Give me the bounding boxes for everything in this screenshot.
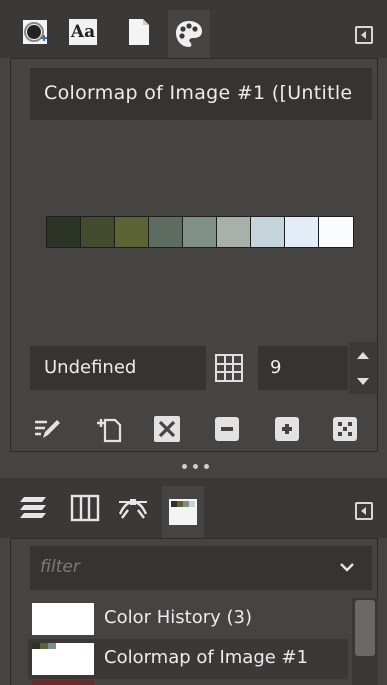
dock-separator-handle[interactable]: [182, 464, 209, 469]
columns-stepper[interactable]: [349, 342, 377, 394]
palettes-icon: [169, 499, 197, 525]
new-color-icon: [97, 418, 122, 443]
channels-icon: [70, 494, 100, 522]
document-icon: [129, 19, 149, 45]
filter-placeholder: filter: [40, 557, 80, 577]
filter-field[interactable]: filter: [30, 546, 372, 590]
tab-colormap[interactable]: [168, 10, 210, 58]
color-swatch[interactable]: [285, 217, 319, 247]
zoom-out-button[interactable]: [212, 414, 242, 444]
top-dock-tabbar: Aa: [0, 0, 387, 58]
edit-color-button[interactable]: [32, 414, 62, 444]
minus-icon: [215, 417, 239, 441]
scrollbar-thumb[interactable]: [355, 600, 375, 656]
tab-layers[interactable]: [12, 486, 54, 530]
paths-icon: [118, 499, 148, 519]
brush-icon: [23, 20, 47, 44]
zoom-fit-button[interactable]: [330, 414, 360, 444]
decrement-arrow-icon[interactable]: [357, 378, 369, 385]
colormap-swatches: [46, 216, 354, 248]
increment-arrow-icon[interactable]: [357, 352, 369, 359]
list-item-label: Colormap of Image #1: [104, 647, 309, 668]
colormap-title-text: Colormap of Image #1 ([Untitle: [44, 82, 353, 104]
dock-menu-button[interactable]: [355, 26, 373, 44]
color-swatch[interactable]: [47, 217, 81, 247]
zoom-fit-icon: [333, 417, 357, 441]
tab-channels[interactable]: [64, 486, 106, 530]
edit-color-icon: [35, 420, 60, 438]
list-item-label: Color History (3): [104, 607, 252, 628]
delete-icon: [154, 416, 180, 442]
font-icon: Aa: [69, 19, 97, 45]
palette-thumbnail: [32, 680, 94, 685]
dock-menu-button-bottom[interactable]: [355, 502, 373, 520]
color-index-label: Undefined: [44, 357, 137, 378]
layers-icon: [20, 497, 46, 518]
color-index-field[interactable]: Undefined: [30, 346, 206, 390]
tab-document[interactable]: [118, 10, 160, 54]
list-item[interactable]: Color History (3): [28, 599, 348, 639]
color-swatch[interactable]: [115, 217, 149, 247]
tab-fonts[interactable]: Aa: [62, 10, 104, 54]
columns-input[interactable]: 9: [258, 346, 348, 390]
tab-palettes[interactable]: [162, 486, 204, 538]
chevron-down-icon[interactable]: [340, 562, 354, 572]
columns-value: 9: [270, 357, 282, 378]
palette-icon: [176, 21, 202, 47]
plus-icon: [275, 417, 299, 441]
tab-paths[interactable]: [112, 486, 154, 530]
colormap-title: Colormap of Image #1 ([Untitle: [30, 68, 372, 120]
color-swatch[interactable]: [319, 217, 353, 247]
color-swatch[interactable]: [251, 217, 285, 247]
color-swatch[interactable]: [81, 217, 115, 247]
list-scrollbar[interactable]: [352, 598, 378, 685]
palette-thumbnail: [32, 643, 94, 675]
palette-thumbnail: [32, 603, 94, 635]
tab-brushes[interactable]: [14, 10, 56, 54]
new-color-button[interactable]: [94, 414, 124, 444]
zoom-in-button[interactable]: [272, 414, 302, 444]
grid-icon: [215, 354, 243, 382]
delete-color-button[interactable]: [152, 414, 182, 444]
color-swatch[interactable]: [217, 217, 251, 247]
color-swatch[interactable]: [149, 217, 183, 247]
list-item[interactable]: Colormap of Image #1: [28, 639, 348, 679]
bottom-dock-tabbar: [0, 478, 387, 538]
color-swatch[interactable]: [183, 217, 217, 247]
